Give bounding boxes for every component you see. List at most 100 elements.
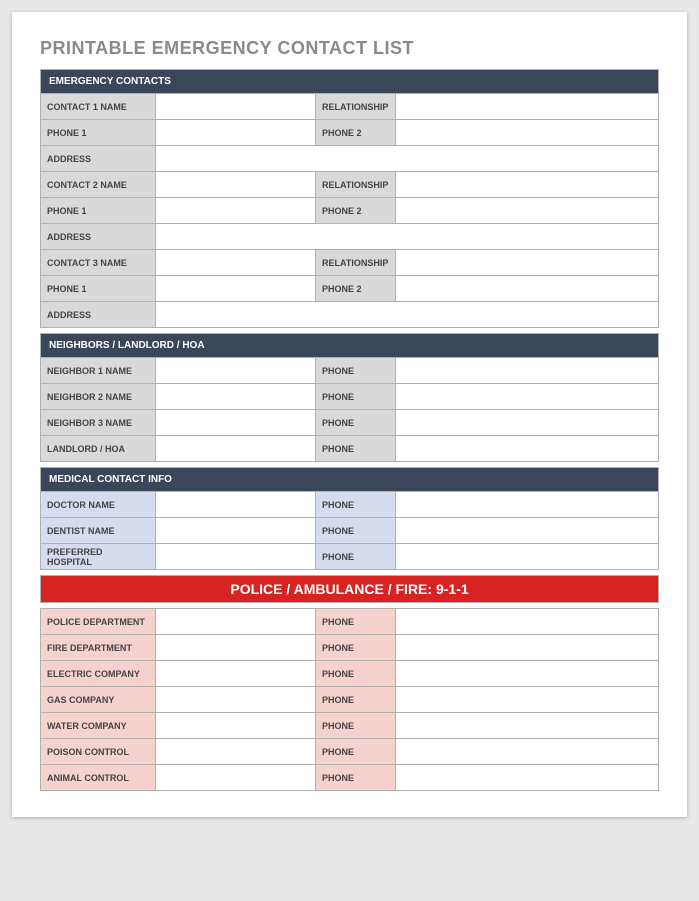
contact-name-value[interactable] — [156, 94, 316, 120]
phone1-value[interactable] — [156, 198, 316, 224]
phone-value[interactable] — [396, 384, 659, 410]
phone2-label: PHONE 2 — [316, 276, 396, 302]
dentist-label: DENTIST NAME — [41, 518, 156, 544]
contact-row: ADDRESS — [41, 224, 659, 250]
doctor-value[interactable] — [156, 492, 316, 518]
section-header-label: NEIGHBORS / LANDLORD / HOA — [41, 334, 659, 358]
phone-label: PHONE — [316, 635, 396, 661]
phone2-label: PHONE 2 — [316, 198, 396, 224]
hospital-label: PREFERRED HOSPITAL — [41, 544, 156, 570]
phone-label: PHONE — [316, 687, 396, 713]
medical-row: PREFERRED HOSPITAL PHONE — [41, 544, 659, 570]
contact-name-label: CONTACT 1 NAME — [41, 94, 156, 120]
landlord-value[interactable] — [156, 436, 316, 462]
section-header-label: MEDICAL CONTACT INFO — [41, 468, 659, 492]
phone-label: PHONE — [316, 410, 396, 436]
police-label: POLICE DEPARTMENT — [41, 609, 156, 635]
poison-value[interactable] — [156, 739, 316, 765]
phone-label: PHONE — [316, 713, 396, 739]
medical-row: DOCTOR NAME PHONE — [41, 492, 659, 518]
relationship-label: RELATIONSHIP — [316, 250, 396, 276]
phone-value[interactable] — [396, 661, 659, 687]
contact-row: ADDRESS — [41, 146, 659, 172]
phone-value[interactable] — [396, 635, 659, 661]
service-row: POISON CONTROL PHONE — [41, 739, 659, 765]
gas-value[interactable] — [156, 687, 316, 713]
phone-value[interactable] — [396, 358, 659, 384]
phone-value[interactable] — [396, 410, 659, 436]
address-value[interactable] — [156, 146, 659, 172]
service-row: FIRE DEPARTMENT PHONE — [41, 635, 659, 661]
phone2-label: PHONE 2 — [316, 120, 396, 146]
phone1-value[interactable] — [156, 120, 316, 146]
neighbor-name-label: NEIGHBOR 3 NAME — [41, 410, 156, 436]
address-value[interactable] — [156, 302, 659, 328]
phone-label: PHONE — [316, 765, 396, 791]
address-label: ADDRESS — [41, 224, 156, 250]
animal-value[interactable] — [156, 765, 316, 791]
gas-label: GAS COMPANY — [41, 687, 156, 713]
neighbor-name-value[interactable] — [156, 384, 316, 410]
phone-value[interactable] — [396, 765, 659, 791]
phone-value[interactable] — [396, 609, 659, 635]
electric-value[interactable] — [156, 661, 316, 687]
phone-value[interactable] — [396, 687, 659, 713]
phone-label: PHONE — [316, 739, 396, 765]
neighbor-name-label: NEIGHBOR 1 NAME — [41, 358, 156, 384]
electric-label: ELECTRIC COMPANY — [41, 661, 156, 687]
phone2-value[interactable] — [396, 276, 659, 302]
phone1-label: PHONE 1 — [41, 198, 156, 224]
phone-value[interactable] — [396, 436, 659, 462]
service-row: ANIMAL CONTROL PHONE — [41, 765, 659, 791]
service-row: ELECTRIC COMPANY PHONE — [41, 661, 659, 687]
phone1-value[interactable] — [156, 276, 316, 302]
neighbor-row: NEIGHBOR 2 NAME PHONE — [41, 384, 659, 410]
phone-value[interactable] — [396, 713, 659, 739]
section-header-medical: MEDICAL CONTACT INFO — [41, 468, 659, 492]
contact-name-label: CONTACT 2 NAME — [41, 172, 156, 198]
relationship-label: RELATIONSHIP — [316, 94, 396, 120]
fire-label: FIRE DEPARTMENT — [41, 635, 156, 661]
contact-row: CONTACT 3 NAME RELATIONSHIP — [41, 250, 659, 276]
relationship-value[interactable] — [396, 172, 659, 198]
neighbor-name-label: NEIGHBOR 2 NAME — [41, 384, 156, 410]
fire-value[interactable] — [156, 635, 316, 661]
phone1-label: PHONE 1 — [41, 120, 156, 146]
phone-label: PHONE — [316, 544, 396, 570]
phone-value[interactable] — [396, 544, 659, 570]
police-value[interactable] — [156, 609, 316, 635]
phone1-label: PHONE 1 — [41, 276, 156, 302]
service-row: POLICE DEPARTMENT PHONE — [41, 609, 659, 635]
landlord-label: LANDLORD / HOA — [41, 436, 156, 462]
contact-name-value[interactable] — [156, 250, 316, 276]
water-value[interactable] — [156, 713, 316, 739]
contact-row: ADDRESS — [41, 302, 659, 328]
poison-label: POISON CONTROL — [41, 739, 156, 765]
service-row: GAS COMPANY PHONE — [41, 687, 659, 713]
address-value[interactable] — [156, 224, 659, 250]
neighbor-name-value[interactable] — [156, 410, 316, 436]
contact-name-value[interactable] — [156, 172, 316, 198]
phone2-value[interactable] — [396, 198, 659, 224]
dentist-value[interactable] — [156, 518, 316, 544]
animal-label: ANIMAL CONTROL — [41, 765, 156, 791]
contact-name-label: CONTACT 3 NAME — [41, 250, 156, 276]
page-title: PRINTABLE EMERGENCY CONTACT LIST — [40, 38, 659, 59]
contact-row: CONTACT 2 NAME RELATIONSHIP — [41, 172, 659, 198]
hospital-value[interactable] — [156, 544, 316, 570]
phone-value[interactable] — [396, 518, 659, 544]
phone-label: PHONE — [316, 358, 396, 384]
neighbor-row: LANDLORD / HOA PHONE — [41, 436, 659, 462]
address-label: ADDRESS — [41, 302, 156, 328]
phone-value[interactable] — [396, 739, 659, 765]
section-header-neighbors: NEIGHBORS / LANDLORD / HOA — [41, 334, 659, 358]
relationship-value[interactable] — [396, 94, 659, 120]
service-row: WATER COMPANY PHONE — [41, 713, 659, 739]
contact-row: PHONE 1 PHONE 2 — [41, 198, 659, 224]
relationship-value[interactable] — [396, 250, 659, 276]
contact-row: PHONE 1 PHONE 2 — [41, 120, 659, 146]
phone2-value[interactable] — [396, 120, 659, 146]
phone-value[interactable] — [396, 492, 659, 518]
relationship-label: RELATIONSHIP — [316, 172, 396, 198]
neighbor-name-value[interactable] — [156, 358, 316, 384]
